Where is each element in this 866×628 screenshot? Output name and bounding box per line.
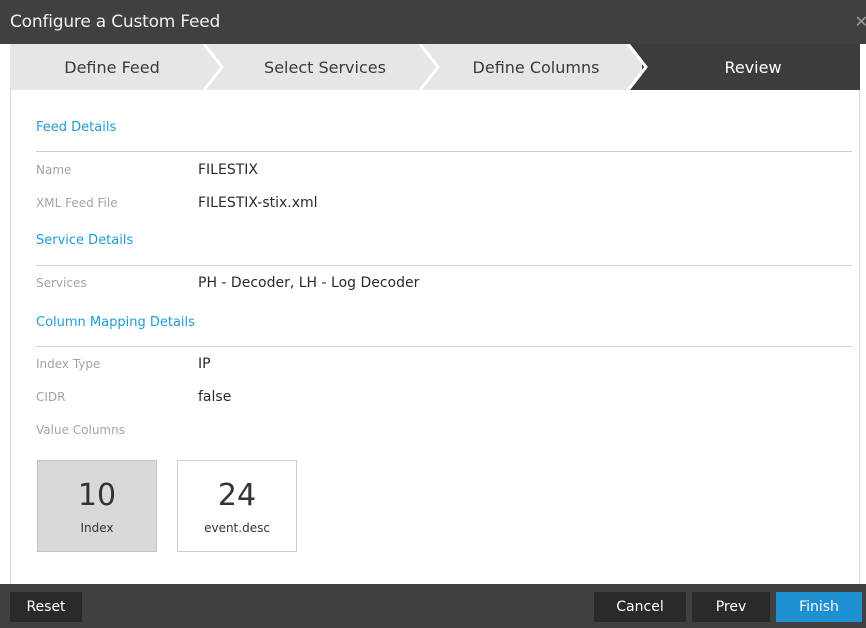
tile-number: 10 [77,478,117,513]
column-mapping-heading: Column Mapping Details [36,315,195,330]
value-columns-label: Value Columns [36,423,125,437]
index-type-value: IP [198,356,211,372]
name-label: Name [36,163,72,177]
configure-custom-feed-dialog: Configure a Custom Feed ✕ Define Feed Se… [0,0,866,628]
step-select-services[interactable]: Select Services [222,44,428,90]
cidr-label: CIDR [36,390,66,404]
column-tile-event-desc[interactable]: 24 event.desc [177,460,297,552]
step-review[interactable]: Review [646,44,860,90]
dialog-title: Configure a Custom Feed [10,12,221,32]
finish-button[interactable]: Finish [776,592,862,622]
prev-button[interactable]: Prev [692,592,770,622]
name-value: FILESTIX [198,162,258,178]
title-bar: Configure a Custom Feed ✕ [0,0,866,44]
tile-number: 24 [217,478,257,513]
dialog-footer: Reset Cancel Prev Finish [0,584,866,628]
cancel-button[interactable]: Cancel [594,592,686,622]
wizard-steps: Define Feed Select Services Define Colum… [10,44,860,90]
index-type-label: Index Type [36,357,101,371]
close-icon[interactable]: ✕ [855,12,866,31]
review-content: Feed Details Name FILESTIX XML Feed File… [10,90,860,584]
column-tile-index[interactable]: 10 Index [37,460,157,552]
xml-feed-file-value: FILESTIX-stix.xml [198,195,318,211]
service-details-divider [36,265,852,266]
reset-button[interactable]: Reset [10,592,82,622]
cidr-value: false [198,389,232,405]
services-value: PH - Decoder, LH - Log Decoder [198,275,420,291]
step-define-feed[interactable]: Define Feed [10,44,214,90]
tile-name: Index [80,521,114,535]
feed-details-heading: Feed Details [36,120,117,135]
column-mapping-divider [36,346,852,347]
step-define-columns[interactable]: Define Columns [438,44,634,90]
tile-name: event.desc [204,521,270,535]
service-details-heading: Service Details [36,233,134,248]
xml-feed-file-label: XML Feed File [36,196,118,210]
services-label: Services [36,276,87,290]
feed-details-divider [36,151,852,152]
